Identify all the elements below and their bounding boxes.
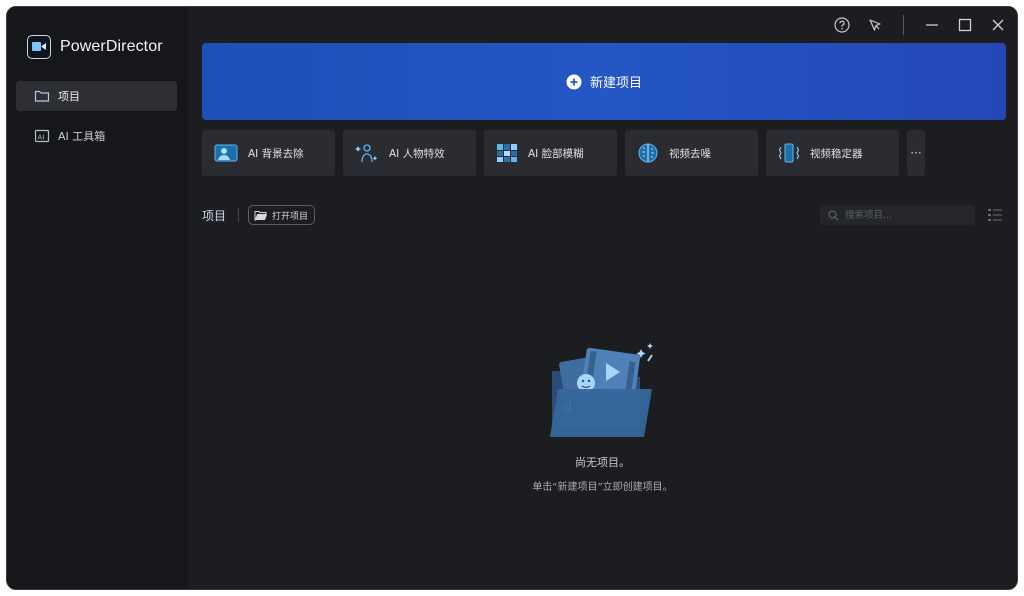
powerdirector-logo-icon <box>27 35 51 59</box>
tool-label: AI 背景去除 <box>248 147 304 160</box>
toolbar-divider <box>238 208 239 222</box>
face-blur-icon <box>497 144 517 162</box>
ai-tools-row: AI 背景去除 AI 人物特效 AI 脸部模糊 视频去噪 视频稳定器 ··· <box>202 130 925 176</box>
stabilizer-icon <box>778 143 800 163</box>
close-button[interactable] <box>987 14 1009 36</box>
tool-ai-body-effect[interactable]: AI 人物特效 <box>343 130 476 176</box>
empty-state-title: 尚无项目。 <box>575 456 630 469</box>
app-window: PowerDirector 项目 AI AI 工具箱 新建项目 AI 背景去除 … <box>6 6 1018 590</box>
minimize-icon <box>926 24 938 26</box>
tool-label: AI 脸部模糊 <box>528 147 584 160</box>
folder-icon <box>34 90 50 102</box>
empty-state-subtitle: 单击“新建项目”立即创建项目。 <box>532 482 673 493</box>
maximize-button[interactable] <box>954 14 976 36</box>
projects-toolbar: 项目 打开项目 <box>202 205 1017 225</box>
titlebar-divider <box>903 15 904 35</box>
titlebar-controls <box>831 14 1009 36</box>
sidebar-item-ai-toolbox[interactable]: AI AI 工具箱 <box>16 121 177 151</box>
empty-folder-illustration <box>550 343 653 437</box>
projects-title: 项目 <box>202 209 227 223</box>
list-view-button[interactable] <box>987 207 1003 223</box>
brand: PowerDirector <box>27 35 163 59</box>
new-project-button[interactable]: 新建项目 <box>202 43 1006 120</box>
sidebar-item-label: 项目 <box>58 90 80 103</box>
tool-label: 视频去噪 <box>669 147 711 160</box>
tool-video-denoise[interactable]: 视频去噪 <box>625 130 758 176</box>
open-project-button[interactable]: 打开项目 <box>248 205 316 225</box>
tool-ai-background-removal[interactable]: AI 背景去除 <box>202 130 335 176</box>
list-view-icon <box>988 209 1002 221</box>
search-box <box>820 205 975 225</box>
body-effect-icon <box>355 144 378 163</box>
app-name: PowerDirector <box>60 38 163 55</box>
tool-ai-face-blur[interactable]: AI 脸部模糊 <box>484 130 617 176</box>
background-removal-icon <box>214 144 238 162</box>
open-project-label: 打开项目 <box>272 211 309 222</box>
open-folder-icon <box>254 210 267 220</box>
more-icon: ··· <box>910 146 922 160</box>
help-icon <box>834 17 850 33</box>
tool-label: 视频稳定器 <box>810 147 863 160</box>
tool-label: AI 人物特效 <box>389 147 445 160</box>
sidebar-item-label: AI 工具箱 <box>58 130 106 143</box>
denoise-icon <box>638 143 658 163</box>
new-project-label: 新建项目 <box>589 76 642 91</box>
sidebar-item-projects[interactable]: 项目 <box>16 81 177 111</box>
main-panel: 新建项目 AI 背景去除 AI 人物特效 AI 脸部模糊 视频去噪 视频稳定器 … <box>188 7 1017 589</box>
help-button[interactable] <box>831 14 853 36</box>
more-tools-button[interactable]: ··· <box>907 130 925 176</box>
notification-button[interactable] <box>864 14 886 36</box>
plus-circle-icon <box>566 74 582 89</box>
search-input[interactable] <box>845 209 965 221</box>
tool-video-stabilizer[interactable]: 视频稳定器 <box>766 130 899 176</box>
close-icon <box>992 19 1004 31</box>
sidebar: PowerDirector 项目 AI AI 工具箱 <box>7 7 188 589</box>
minimize-button[interactable] <box>921 14 943 36</box>
maximize-icon <box>958 18 972 32</box>
notification-icon <box>869 19 881 31</box>
svg-text:AI: AI <box>38 134 45 142</box>
ai-toolbox-icon: AI <box>34 129 50 143</box>
search-icon <box>828 209 839 220</box>
